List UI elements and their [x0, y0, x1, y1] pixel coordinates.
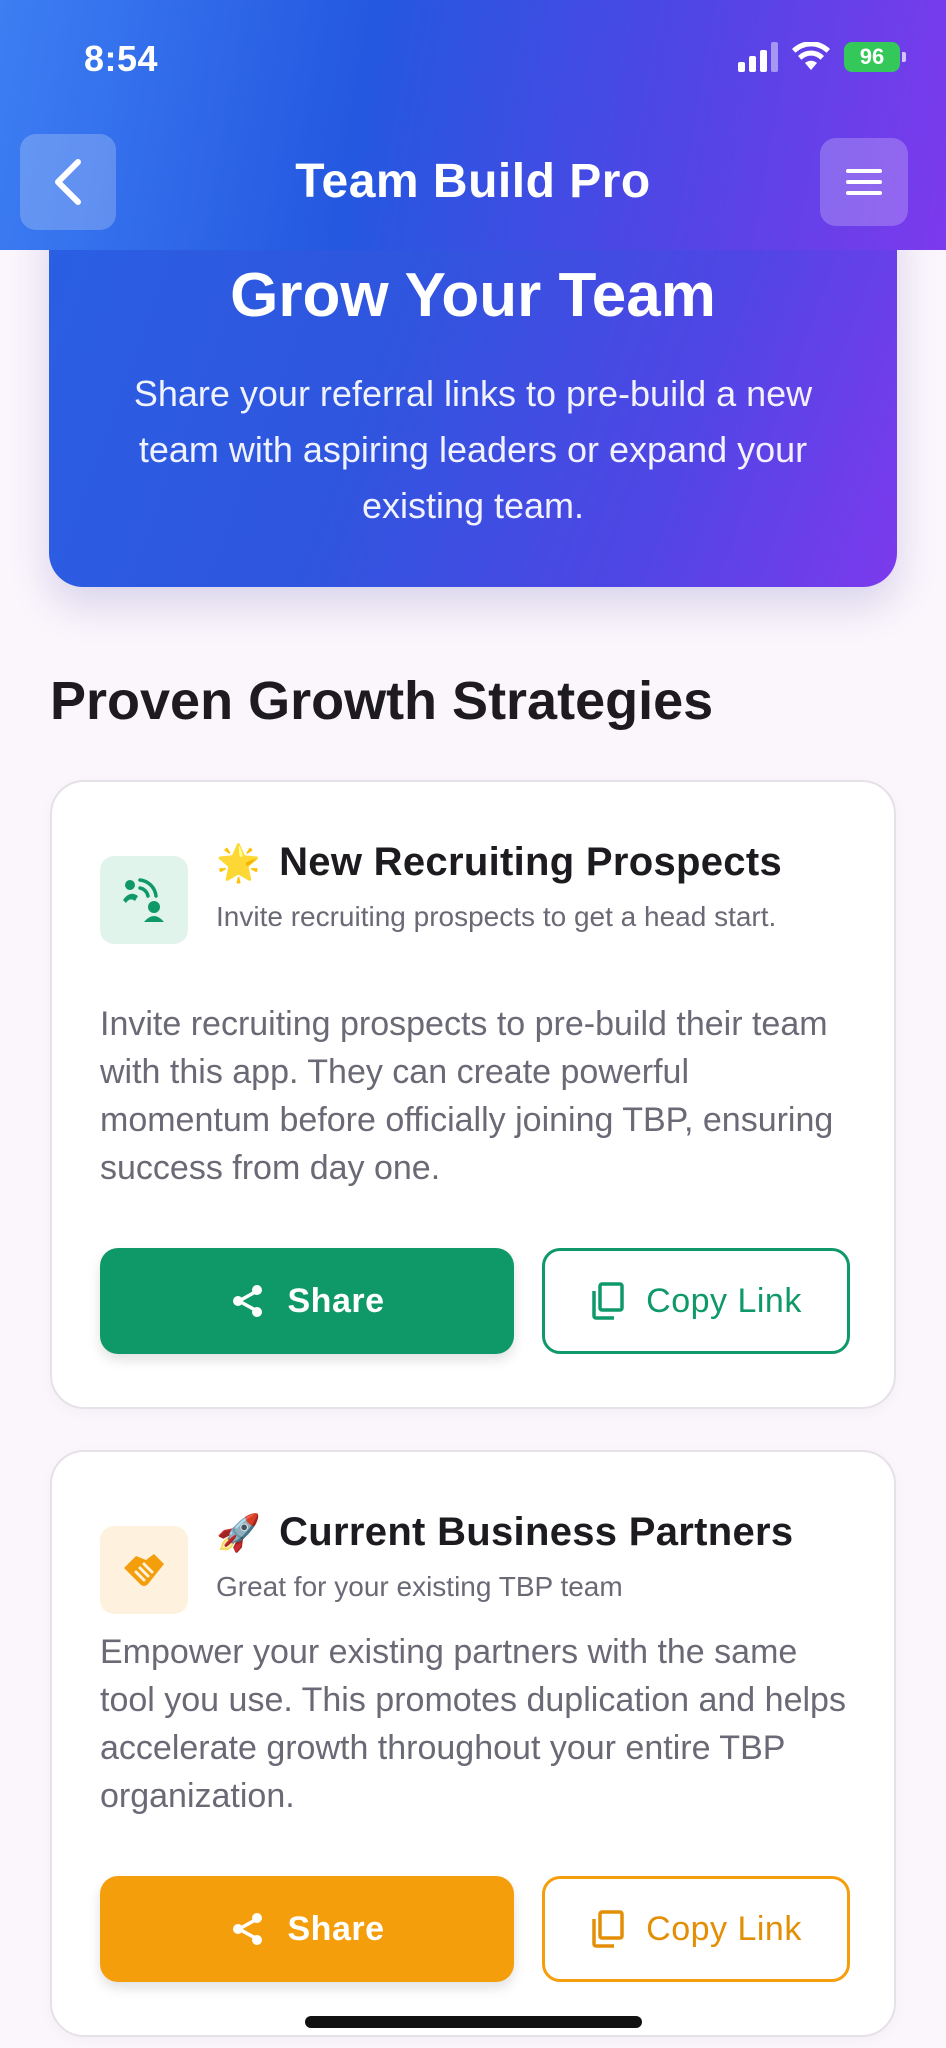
strategy-card-business-partners: 🚀 Current Business Partners Great for yo…: [50, 1450, 896, 2037]
hero-title: Grow Your Team: [230, 261, 716, 330]
copy-link-label: Copy Link: [646, 1281, 802, 1320]
copy-icon: [592, 1910, 624, 1948]
signal-icon: [738, 42, 778, 72]
card-description: Empower your existing partners with the …: [100, 1633, 846, 1815]
copy-link-button[interactable]: Copy Link: [542, 1876, 850, 1982]
share-button[interactable]: Share: [100, 1876, 514, 1982]
card-title: New Recruiting Prospects: [279, 840, 783, 884]
card-icon-container: [100, 1526, 188, 1614]
card-title-row: 🌟 New Recruiting Prospects: [216, 840, 854, 885]
star-emoji-icon: 🌟: [216, 842, 262, 884]
app-bar: 8:54 96 Team Build Pro: [0, 0, 946, 250]
card-subtitle: Great for your existing TBP team: [216, 1571, 623, 1602]
copy-link-button[interactable]: Copy Link: [542, 1248, 850, 1354]
hamburger-menu-icon: [846, 169, 882, 195]
wifi-icon: [792, 42, 830, 70]
card-title: Current Business Partners: [279, 1510, 794, 1554]
strategy-card-new-prospects: 🌟 New Recruiting Prospects Invite recrui…: [50, 780, 896, 1409]
card-header: 🚀 Current Business Partners Great for yo…: [216, 1510, 854, 1607]
copy-icon: [592, 1282, 624, 1320]
handshake-icon: [124, 1554, 164, 1586]
menu-button[interactable]: [820, 138, 908, 226]
card-icon-container: [100, 856, 188, 944]
share-button-label: Share: [287, 1281, 385, 1320]
share-button-label: Share: [287, 1909, 385, 1948]
rocket-emoji-icon: 🚀: [216, 1512, 262, 1554]
section-title: Proven Growth Strategies: [50, 671, 714, 731]
card-header: 🌟 New Recruiting Prospects Invite recrui…: [216, 840, 854, 937]
hero-description: Share your referral links to pre-build a…: [133, 373, 813, 526]
copy-link-label: Copy Link: [646, 1909, 802, 1948]
status-time: 8:54: [84, 38, 159, 79]
person-add-waves-icon: [123, 878, 164, 922]
share-icon: [232, 1913, 262, 1945]
battery-level: 96: [859, 44, 885, 69]
card-title-row: 🚀 Current Business Partners: [216, 1510, 854, 1555]
status-icons: 96: [738, 42, 906, 72]
home-indicator[interactable]: [305, 2016, 642, 2028]
share-icon: [232, 1285, 262, 1317]
battery-indicator: 96: [844, 42, 906, 72]
app-title: Team Build Pro: [295, 155, 651, 208]
share-button[interactable]: Share: [100, 1248, 514, 1354]
card-description: Invite recruiting prospects to pre-build…: [100, 1005, 834, 1187]
card-subtitle: Invite recruiting prospects to get a hea…: [216, 901, 777, 932]
hero-banner: Grow Your Team Share your referral links…: [49, 200, 897, 587]
